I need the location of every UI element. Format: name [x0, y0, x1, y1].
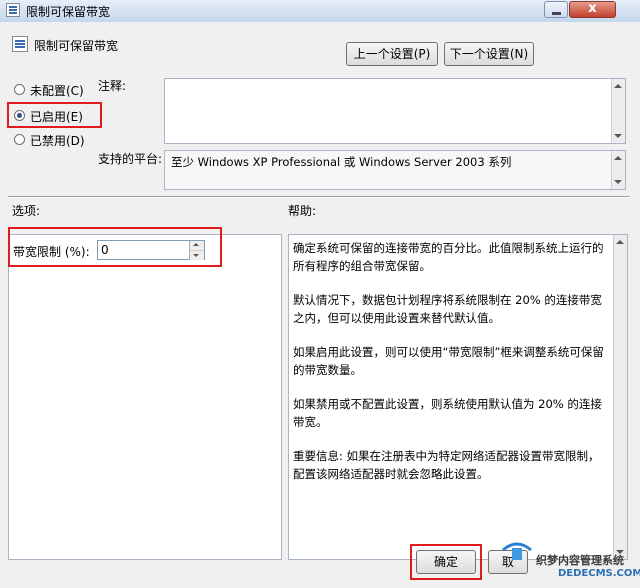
- watermark-domain: DEDECMS.COM: [558, 568, 640, 579]
- help-pane: 确定系统可保留的连接带宽的百分比。此值限制系统上运行的所有程序的组合带宽保留。 …: [288, 234, 628, 560]
- help-paragraph: 如果禁用或不配置此设置，则系统使用默认值为 20% 的连接带宽。: [293, 397, 602, 429]
- platform-text: 至少 Windows XP Professional 或 Windows Ser…: [171, 155, 512, 169]
- close-button[interactable]: x: [569, 1, 616, 18]
- scroll-up-icon: [614, 156, 622, 160]
- radio-not-configured-label: 未配置(C): [30, 84, 84, 98]
- options-label: 选项:: [12, 204, 41, 218]
- radio-not-configured-button[interactable]: [14, 84, 25, 95]
- radio-disabled[interactable]: 已禁用(D): [14, 132, 94, 148]
- setting-name: 限制可保留带宽: [34, 39, 119, 53]
- platform-box: 至少 Windows XP Professional 或 Windows Ser…: [164, 150, 626, 190]
- minimize-button[interactable]: [544, 1, 568, 18]
- title-bar: 限制可保留带宽 x: [0, 0, 640, 23]
- next-setting-button[interactable]: 下一个设置(N): [444, 42, 534, 66]
- platform-label: 支持的平台:: [98, 152, 163, 166]
- scroll-down-icon: [614, 134, 622, 138]
- platform-scrollbar[interactable]: [611, 151, 625, 189]
- scroll-up-icon: [616, 240, 624, 244]
- ok-highlight-box: [410, 544, 482, 580]
- help-paragraph: 默认情况下，数据包计划程序将系统限制在 20% 的连接带宽之内，但可以使用此设置…: [293, 293, 602, 325]
- scroll-up-icon: [614, 84, 622, 88]
- comment-textarea[interactable]: [164, 78, 626, 144]
- help-scrollbar[interactable]: [613, 235, 627, 559]
- close-icon: x: [588, 1, 597, 16]
- help-paragraph: 确定系统可保留的连接带宽的百分比。此值限制系统上运行的所有程序的组合带宽保留。: [293, 241, 604, 273]
- comment-scrollbar[interactable]: [611, 79, 625, 143]
- window-title: 限制可保留带宽: [26, 5, 111, 19]
- watermark-logo: [500, 536, 534, 566]
- radio-not-configured[interactable]: 未配置(C): [14, 82, 94, 98]
- scroll-down-icon: [614, 180, 622, 184]
- help-label: 帮助:: [288, 204, 317, 218]
- watermark-text: 织梦内容管理系统: [536, 554, 624, 567]
- bandwidth-highlight-box: [8, 227, 222, 267]
- divider: [8, 196, 630, 198]
- options-pane: 带宽限制 (%): 0: [8, 234, 282, 560]
- dialog-body: 限制可保留带宽 上一个设置(P) 下一个设置(N) 未配置(C) 已启用(E) …: [0, 22, 640, 588]
- help-text: 确定系统可保留的连接带宽的百分比。此值限制系统上运行的所有程序的组合带宽保留。 …: [293, 239, 611, 499]
- enabled-highlight-box: [7, 102, 102, 128]
- help-paragraph: 重要信息: 如果在注册表中为特定网络适配器设置带宽限制，配置该网络适配器时就会忽…: [293, 449, 600, 481]
- policy-icon: [6, 3, 20, 17]
- prev-setting-button[interactable]: 上一个设置(P): [346, 42, 438, 66]
- help-paragraph: 如果启用此设置，则可以使用“带宽限制”框来调整系统可保留的带宽数量。: [293, 345, 604, 377]
- comment-label: 注释:: [98, 79, 127, 93]
- setting-icon: [12, 36, 28, 52]
- radio-disabled-button[interactable]: [14, 134, 25, 145]
- radio-disabled-label: 已禁用(D): [30, 134, 85, 148]
